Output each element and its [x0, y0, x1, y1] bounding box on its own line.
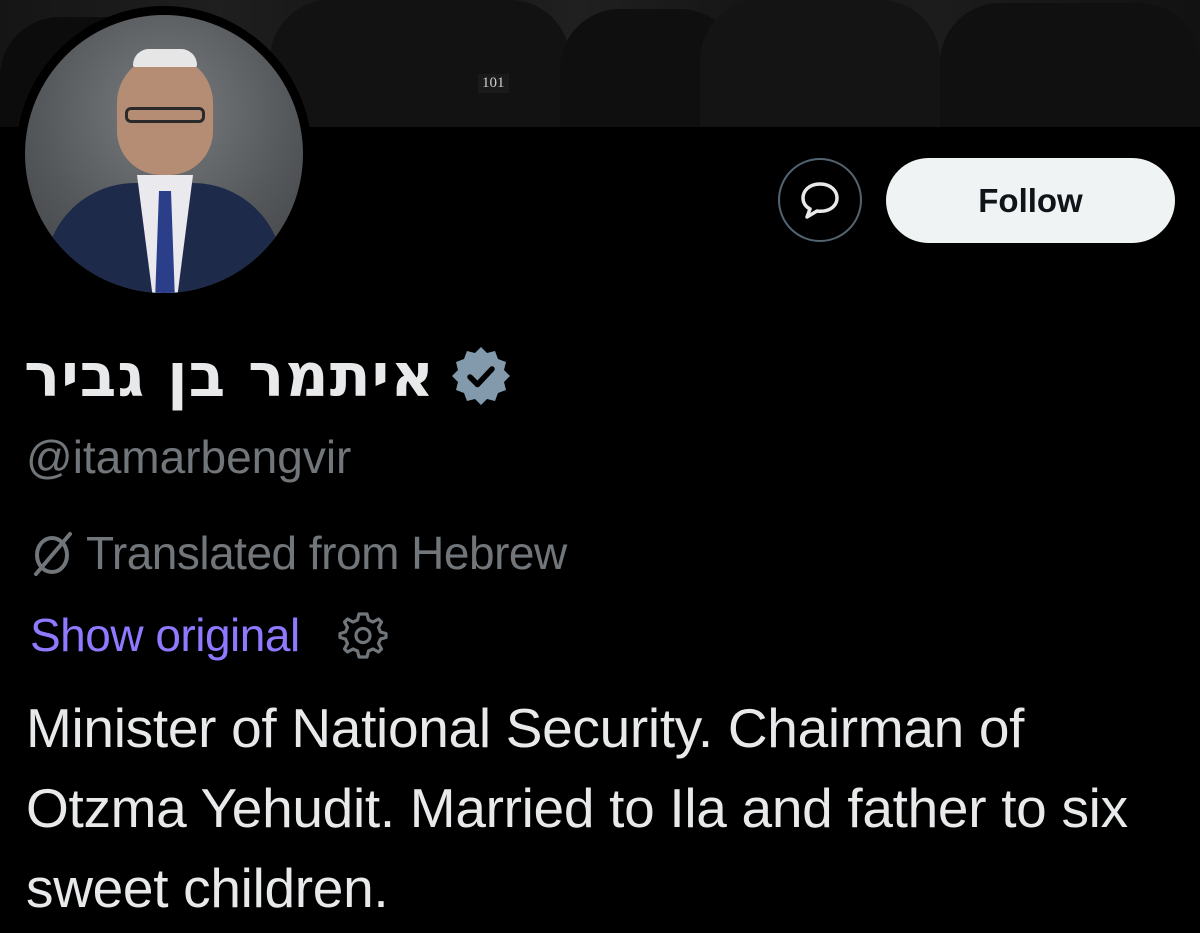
show-original-link[interactable]: Show original [30, 608, 300, 662]
banner-badge: 101 [478, 74, 509, 93]
profile-avatar[interactable] [16, 6, 312, 302]
display-name: איתמר בן גביר [24, 341, 436, 411]
follow-button[interactable]: Follow [886, 158, 1175, 243]
avatar-photo [25, 15, 303, 293]
banner-figure [270, 0, 570, 127]
translate-icon [34, 532, 72, 576]
name-row: איתמר בן גביר [24, 338, 513, 414]
profile-bio: Minister of National Security. Chairman … [26, 697, 1128, 919]
chat-bubble-icon [801, 182, 839, 219]
banner-figure [940, 3, 1200, 127]
translation-notice: Translated from Hebrew [26, 526, 567, 580]
verified-badge-icon [452, 347, 511, 405]
banner-figure [700, 0, 940, 127]
message-button[interactable] [778, 158, 862, 242]
profile-handle: @itamarbengvir [26, 431, 352, 483]
show-original-row: Show original [30, 608, 388, 662]
translation-text: Translated from Hebrew [86, 527, 567, 579]
gear-icon[interactable] [338, 610, 388, 660]
